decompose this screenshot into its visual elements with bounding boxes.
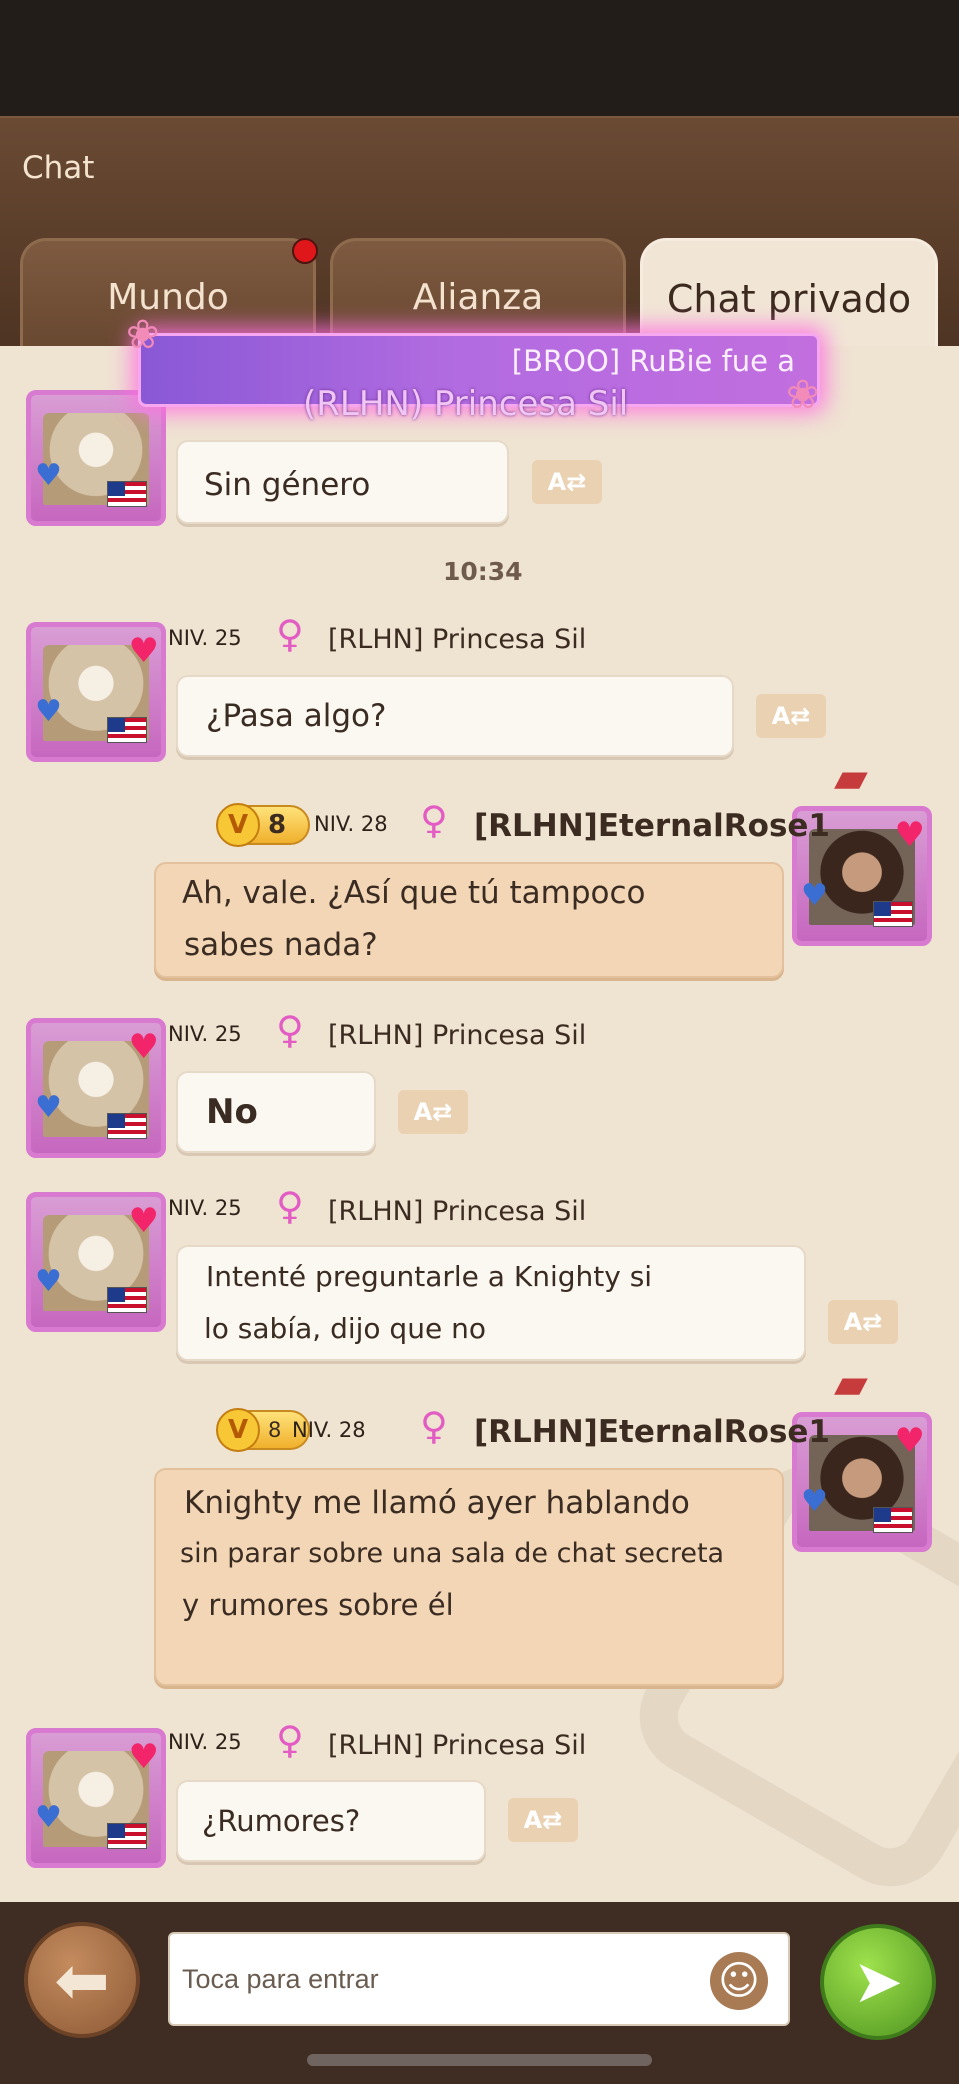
female-gender-icon: ♀ (420, 1404, 448, 1448)
heart-icon: ♥ (128, 631, 159, 671)
teddy-bear-icon: ♥ (35, 694, 62, 729)
home-indicator[interactable] (307, 2054, 652, 2066)
sender-name[interactable]: [RLHN]EternalRose1 (474, 808, 830, 844)
message-text: sin parar sobre una sala de chat secreta (180, 1538, 725, 1569)
translate-icon: A⇄ (547, 468, 587, 496)
avatar[interactable]: ♥ ♥ (26, 622, 166, 762)
level-label: NIV. 25 (168, 1196, 242, 1220)
vip-icon: V (216, 803, 260, 847)
avatar[interactable]: ♥ ♥ (26, 1728, 166, 1868)
heart-icon: ♥ (894, 815, 925, 855)
tab-alianza[interactable]: Alianza (330, 238, 626, 348)
avatar[interactable]: ♥ ♥ (26, 1192, 166, 1332)
level-label: NIV. 25 (168, 1022, 242, 1046)
banner-text-line2: (RLHN) Princesa Sil (303, 384, 629, 424)
message-text: lo sabía, dijo que no (204, 1312, 486, 1345)
vip-level: 8 (268, 810, 287, 840)
female-gender-icon: ♀ (420, 798, 448, 842)
book-icon: ▰ (834, 1358, 868, 1409)
female-gender-icon: ♀ (276, 1184, 304, 1228)
teddy-bear-icon: ♥ (801, 1484, 828, 1519)
sender-name[interactable]: [RLHN]EternalRose1 (474, 1414, 830, 1450)
translate-icon: A⇄ (413, 1098, 453, 1126)
heart-icon: ♥ (128, 1737, 159, 1777)
us-flag-icon (107, 1287, 147, 1313)
back-button[interactable]: ⬅ (24, 1922, 140, 2038)
level-label: NIV. 28 (292, 1418, 366, 1442)
book-icon: ▰ (834, 752, 868, 803)
rose-icon: ❀ (126, 312, 160, 358)
translate-button[interactable]: A⇄ (532, 460, 602, 504)
female-gender-icon: ♀ (276, 612, 304, 656)
message-text: sabes nada? (184, 927, 378, 963)
message-bubble: Knighty me llamó ayer hablando sin parar… (154, 1468, 784, 1686)
translate-icon: A⇄ (771, 702, 811, 730)
message-text: No (206, 1092, 258, 1132)
timestamp: 10:34 (443, 557, 523, 586)
message-bubble: No (176, 1071, 376, 1153)
avatar[interactable]: ♥ ♥ (26, 1018, 166, 1158)
translate-icon: A⇄ (843, 1308, 883, 1336)
heart-icon: ♥ (894, 1421, 925, 1461)
translate-button[interactable]: A⇄ (508, 1798, 578, 1842)
banner-text-line1: [BROO] RuBie fue a (511, 344, 795, 378)
teddy-bear-icon: ♥ (35, 1090, 62, 1125)
emoji-icon: ☺ (718, 1958, 760, 2004)
teddy-bear-icon: ♥ (801, 878, 828, 913)
sender-name[interactable]: [RLHN] Princesa Sil (328, 1730, 586, 1761)
sender-name[interactable]: [RLHN] Princesa Sil (328, 1196, 586, 1227)
message-input[interactable]: Toca para entrar ☺ (168, 1932, 790, 2026)
message-bubble: Intenté preguntarle a Knighty si lo sabí… (176, 1245, 806, 1361)
vip-badge: V 8 (216, 803, 310, 847)
teddy-bear-icon: ♥ (35, 458, 62, 493)
us-flag-icon (873, 1507, 913, 1533)
avatar[interactable]: ♥ (26, 390, 166, 526)
message-text: Intenté preguntarle a Knighty si (206, 1260, 653, 1293)
teddy-bear-icon: ♥ (35, 1264, 62, 1299)
translate-button[interactable]: A⇄ (756, 694, 826, 738)
us-flag-icon (107, 1113, 147, 1139)
translate-icon: A⇄ (523, 1806, 563, 1834)
message-bubble: ¿Pasa algo? (176, 675, 734, 757)
emoji-button[interactable]: ☺ (710, 1952, 768, 2010)
translate-button[interactable]: A⇄ (398, 1090, 468, 1134)
input-placeholder: Toca para entrar (182, 1964, 379, 1994)
send-icon: ➤ (852, 1947, 904, 2017)
us-flag-icon (107, 717, 147, 743)
tab-mundo[interactable]: Mundo (20, 238, 316, 348)
female-gender-icon: ♀ (276, 1718, 304, 1762)
us-flag-icon (107, 1823, 147, 1849)
notification-dot (292, 238, 318, 264)
rose-icon: ❀ (786, 372, 820, 418)
level-label: NIV. 25 (168, 1730, 242, 1754)
level-label: NIV. 25 (168, 626, 242, 650)
message-text: ¿Pasa algo? (206, 698, 387, 734)
status-bar (0, 0, 959, 116)
back-arrow-icon: ⬅ (54, 1941, 110, 2019)
sender-name[interactable]: [RLHN] Princesa Sil (328, 1020, 586, 1051)
page-title: Chat (22, 150, 95, 186)
message-bubble: Ah, vale. ¿Así que tú tampoco sabes nada… (154, 862, 784, 978)
vip-level: 8 (268, 1418, 282, 1442)
tab-chat-privado[interactable]: Chat privado (640, 238, 938, 348)
sender-name[interactable]: [RLHN] Princesa Sil (328, 624, 586, 655)
message-bubble: Sin género (176, 440, 509, 524)
us-flag-icon (107, 481, 147, 507)
send-button[interactable]: ➤ (820, 1924, 936, 2040)
translate-button[interactable]: A⇄ (828, 1300, 898, 1344)
level-label: NIV. 28 (314, 812, 388, 836)
message-bubble: ¿Rumores? (176, 1780, 486, 1862)
teddy-bear-icon: ♥ (35, 1800, 62, 1835)
vip-icon: V (216, 1408, 260, 1452)
message-text: y rumores sobre él (182, 1588, 454, 1622)
message-text: Knighty me llamó ayer hablando (184, 1485, 690, 1521)
notification-banner[interactable]: [BROO] RuBie fue a (RLHN) Princesa Sil (138, 333, 820, 424)
message-text: Sin género (204, 467, 371, 503)
message-text: ¿Rumores? (202, 1804, 361, 1838)
us-flag-icon (873, 901, 913, 927)
heart-icon: ♥ (128, 1201, 159, 1241)
heart-icon: ♥ (128, 1027, 159, 1067)
message-text: Ah, vale. ¿Así que tú tampoco (182, 875, 646, 911)
female-gender-icon: ♀ (276, 1008, 304, 1052)
